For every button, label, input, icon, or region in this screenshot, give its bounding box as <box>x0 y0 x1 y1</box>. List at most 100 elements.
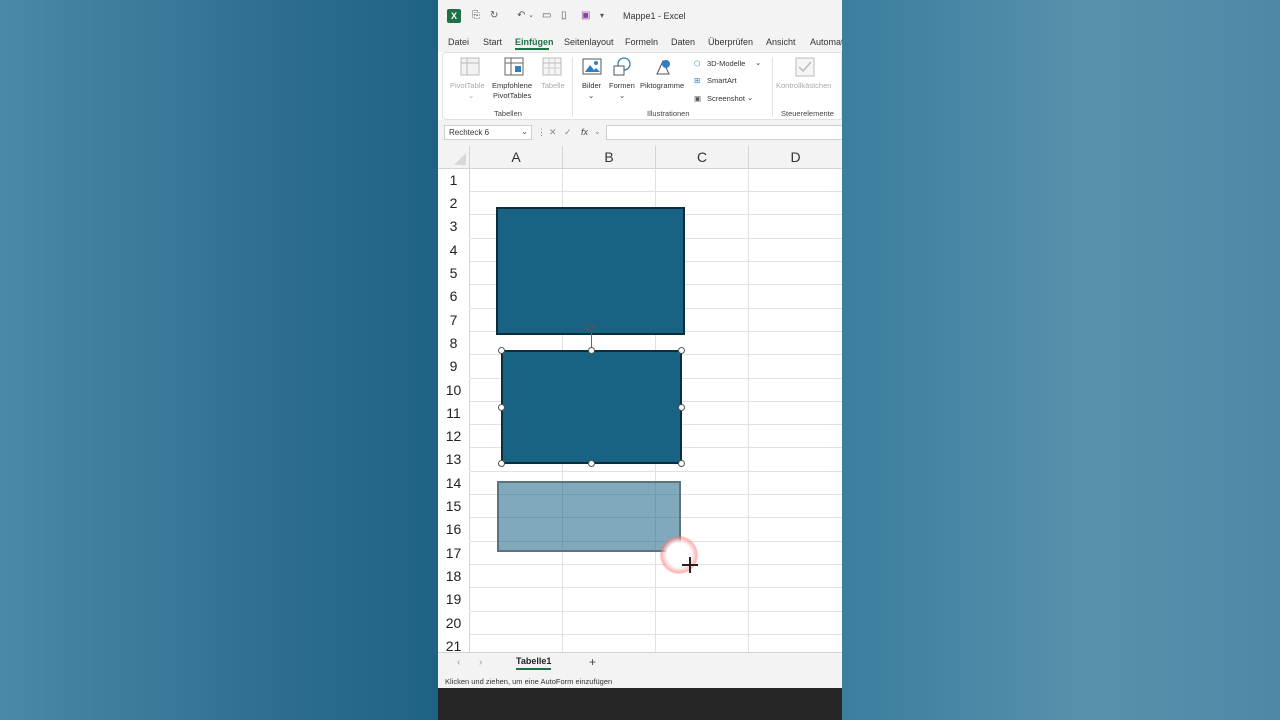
resize-handle-bottom-left[interactable] <box>498 460 505 467</box>
icons-button[interactable]: Piktogramme <box>640 81 684 91</box>
rotate-handle-icon[interactable]: ⟳ <box>584 321 598 335</box>
new-file-icon[interactable]: ▯ <box>561 10 567 22</box>
fx-caret-icon[interactable]: ⌄ <box>594 127 601 136</box>
resize-handle-bottom-right[interactable] <box>678 460 685 467</box>
row-header-11[interactable]: 11 <box>438 402 470 426</box>
pictures-icon <box>582 58 602 75</box>
pivottable-icon <box>460 57 480 76</box>
sheet-tab-tabelle1[interactable]: Tabelle1 <box>516 656 552 670</box>
row-header-1[interactable]: 1 <box>438 169 470 193</box>
title-bar: X ⎘ ↻ ↶ ⌄ ▭ ▯ ▣ ▾ Mappe1 - Excel <box>438 0 842 32</box>
screenshot-icon: ▣ <box>694 94 702 103</box>
tab-formeln[interactable]: Formeln <box>625 37 658 47</box>
3d-models-caret-icon[interactable]: ⌄ <box>755 58 761 68</box>
sheet-nav-next-icon[interactable]: › <box>479 657 482 668</box>
checkbox-button[interactable]: Kontrollkästchen <box>776 81 831 91</box>
screenshot-caret-icon[interactable]: ⌄ <box>747 93 753 103</box>
formula-input[interactable] <box>606 125 842 140</box>
row-header-8[interactable]: 8 <box>438 332 470 356</box>
status-text: Klicken und ziehen, um eine AutoForm ein… <box>445 677 613 686</box>
name-box-chevron-down-icon[interactable]: ⌄ <box>521 127 528 136</box>
select-all-corner[interactable] <box>438 146 470 169</box>
screenshot-button[interactable]: Screenshot <box>707 94 745 104</box>
row-header-19[interactable]: 19 <box>438 588 470 612</box>
row-header-14[interactable]: 14 <box>438 472 470 496</box>
column-header-b[interactable]: B <box>563 146 656 169</box>
tab-ueberpruefen[interactable]: Überprüfen <box>708 37 753 47</box>
status-bar: Klicken und ziehen, um eine AutoForm ein… <box>438 674 842 688</box>
row-header-20[interactable]: 20 <box>438 612 470 636</box>
name-box[interactable]: Rechteck 6 ⌄ <box>444 125 532 140</box>
gridline <box>470 471 842 472</box>
autosave-icon[interactable]: ⎘ <box>472 10 480 22</box>
resize-handle-top-right[interactable] <box>678 347 685 354</box>
tab-einfuegen[interactable]: Einfügen <box>515 37 554 47</box>
active-tab-indicator <box>515 48 549 50</box>
rectangle-shape-drawing-preview <box>497 481 681 552</box>
customize-toolbar-icon[interactable]: ▾ <box>600 10 604 22</box>
gridline <box>470 564 842 565</box>
save-icon[interactable]: ▣ <box>581 10 590 22</box>
undo-dropdown-icon[interactable]: ⌄ <box>528 10 534 22</box>
ribbon-separator <box>772 57 773 117</box>
row-header-9[interactable]: 9 <box>438 355 470 379</box>
table-button[interactable]: Tabelle <box>541 81 565 91</box>
pivottable-button[interactable]: PivotTable <box>450 81 485 91</box>
column-header-a[interactable]: A <box>470 146 563 169</box>
group-label-steuerelemente: Steuerelemente <box>781 109 834 118</box>
bottom-bar <box>438 688 842 720</box>
add-sheet-icon[interactable]: + <box>589 655 596 669</box>
gridline <box>470 587 842 588</box>
recommended-pivottables-line2[interactable]: PivotTables <box>493 91 531 101</box>
resize-handle-top[interactable] <box>588 347 595 354</box>
resize-handle-left[interactable] <box>498 404 505 411</box>
row-header-3[interactable]: 3 <box>438 215 470 239</box>
cancel-icon[interactable]: ✕ <box>549 127 557 138</box>
row-header-13[interactable]: 13 <box>438 448 470 472</box>
tab-datei[interactable]: Datei <box>448 37 469 47</box>
sheet-nav-prev-icon[interactable]: ‹ <box>457 657 460 668</box>
group-label-tabellen: Tabellen <box>494 109 522 118</box>
row-header-5[interactable]: 5 <box>438 262 470 286</box>
column-header-d[interactable]: D <box>749 146 842 169</box>
column-header-c[interactable]: C <box>656 146 749 169</box>
row-header-16[interactable]: 16 <box>438 518 470 542</box>
tab-daten[interactable]: Daten <box>671 37 695 47</box>
open-folder-icon[interactable]: ▭ <box>542 10 551 22</box>
row-header-17[interactable]: 17 <box>438 542 470 566</box>
row-header-7[interactable]: 7 <box>438 309 470 333</box>
rectangle-shape-1[interactable] <box>496 207 685 335</box>
enter-icon[interactable]: ✓ <box>564 127 572 138</box>
resize-handle-bottom[interactable] <box>588 460 595 467</box>
row-header-10[interactable]: 10 <box>438 379 470 403</box>
row-header-18[interactable]: 18 <box>438 565 470 589</box>
row-header-2[interactable]: 2 <box>438 192 470 216</box>
insert-function-icon[interactable]: fx <box>581 127 588 137</box>
resize-handle-right[interactable] <box>678 404 685 411</box>
recommended-pivottables-line1[interactable]: Empfohlene <box>492 81 532 91</box>
tab-ansicht[interactable]: Ansicht <box>766 37 796 47</box>
row-header-6[interactable]: 6 <box>438 285 470 309</box>
pictures-button[interactable]: Bilder <box>582 81 601 91</box>
pictures-caret-icon: ⌄ <box>588 91 595 100</box>
row-header-12[interactable]: 12 <box>438 425 470 449</box>
tab-start[interactable]: Start <box>483 37 502 47</box>
tab-seitenlayout[interactable]: Seitenlayout <box>564 37 614 47</box>
gridline <box>470 191 842 192</box>
shapes-icon <box>613 57 631 76</box>
window-title: Mappe1 - Excel <box>623 11 686 21</box>
undo-icon[interactable]: ↶ <box>517 10 525 22</box>
resize-handle-top-left[interactable] <box>498 347 505 354</box>
rectangle-shape-selected[interactable] <box>501 350 682 464</box>
tab-automatisieren[interactable]: Automat <box>810 37 842 47</box>
redo-quick-icon[interactable]: ↻ <box>490 10 498 22</box>
row-header-4[interactable]: 4 <box>438 239 470 263</box>
3d-models-icon: ⬡ <box>694 59 701 68</box>
3d-models-button[interactable]: 3D-Modelle <box>707 59 745 69</box>
row-header-15[interactable]: 15 <box>438 495 470 519</box>
ribbon-tabs: Datei Start Einfügen Seitenlayout Formel… <box>438 32 842 52</box>
gridline <box>748 169 749 653</box>
smartart-button[interactable]: SmartArt <box>707 76 737 86</box>
more-options-icon[interactable]: ⋮ <box>537 127 546 138</box>
shapes-button[interactable]: Formen <box>609 81 635 91</box>
